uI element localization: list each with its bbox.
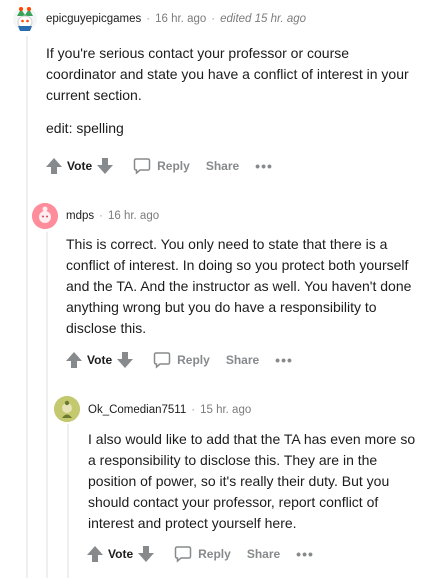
timestamp[interactable]: 16 hr. ago [155, 13, 206, 25]
downvote-arrow-icon [138, 546, 155, 562]
downvote-button[interactable] [95, 156, 115, 176]
comment-body: This is correct. You only need to state … [66, 234, 416, 351]
avatar[interactable] [12, 6, 38, 32]
upvote-button[interactable] [64, 350, 84, 370]
comment-bubble-icon [153, 352, 171, 369]
comment-body: If you're serious contact your professor… [46, 43, 416, 151]
avatar[interactable] [32, 203, 58, 229]
upvote-arrow-icon [46, 158, 62, 174]
avatar[interactable] [54, 396, 80, 422]
comment-paragraph: I also would like to add that the TA has… [88, 431, 416, 531]
share-button[interactable]: Share [206, 159, 239, 173]
reply-button[interactable]: Reply [174, 545, 231, 563]
comment-actions: Vote Reply Share ••• [85, 544, 314, 564]
upvote-button[interactable] [85, 544, 105, 564]
more-options-icon[interactable]: ••• [255, 159, 273, 173]
thread-line-2[interactable] [46, 232, 48, 578]
author-name[interactable]: Ok_Comedian7511 [88, 404, 186, 416]
separator-dot: · [191, 404, 196, 416]
comment-actions: Vote Reply Share ••• [64, 350, 293, 370]
vote-label: Vote [67, 159, 93, 173]
comment-body: I also would like to add that the TA has… [88, 429, 418, 546]
author-name[interactable]: mdps [66, 210, 94, 222]
comment-paragraph: This is correct. You only need to state … [66, 236, 412, 336]
author-name[interactable]: epicguyepicgames [46, 13, 141, 25]
edited-timestamp: edited 15 hr. ago [220, 13, 306, 25]
more-options-icon[interactable]: ••• [275, 353, 293, 367]
comment-bubble-icon [133, 158, 151, 175]
upvote-button[interactable] [44, 156, 64, 176]
reply-label: Reply [157, 159, 190, 173]
reply-button[interactable]: Reply [153, 351, 210, 369]
comment-paragraph: edit: spelling [46, 120, 124, 136]
comment-bubble-icon [174, 546, 192, 563]
reply-button[interactable]: Reply [133, 157, 190, 175]
timestamp[interactable]: 15 hr. ago [200, 404, 251, 416]
downvote-button[interactable] [136, 544, 156, 564]
separator-dot: · [211, 13, 216, 25]
separator-dot: · [99, 210, 103, 222]
separator-dot: · [146, 13, 151, 25]
more-options-icon[interactable]: ••• [296, 547, 314, 561]
downvote-arrow-icon [117, 352, 134, 368]
downvote-button[interactable] [115, 350, 135, 370]
upvote-arrow-icon [66, 352, 82, 368]
comment-paragraph: If you're serious contact your professor… [46, 45, 409, 103]
thread-line-1[interactable] [26, 36, 28, 578]
comment-actions: Vote Reply Share ••• [44, 156, 273, 176]
upvote-arrow-icon [87, 546, 103, 562]
vote-label: Vote [87, 353, 113, 367]
share-button[interactable]: Share [247, 547, 280, 561]
downvote-arrow-icon [97, 158, 114, 174]
share-button[interactable]: Share [226, 353, 259, 367]
vote-label: Vote [108, 547, 134, 561]
timestamp[interactable]: 16 hr. ago [108, 210, 159, 222]
reply-label: Reply [198, 547, 231, 561]
reply-label: Reply [177, 353, 210, 367]
thread-line-3[interactable] [67, 424, 69, 578]
